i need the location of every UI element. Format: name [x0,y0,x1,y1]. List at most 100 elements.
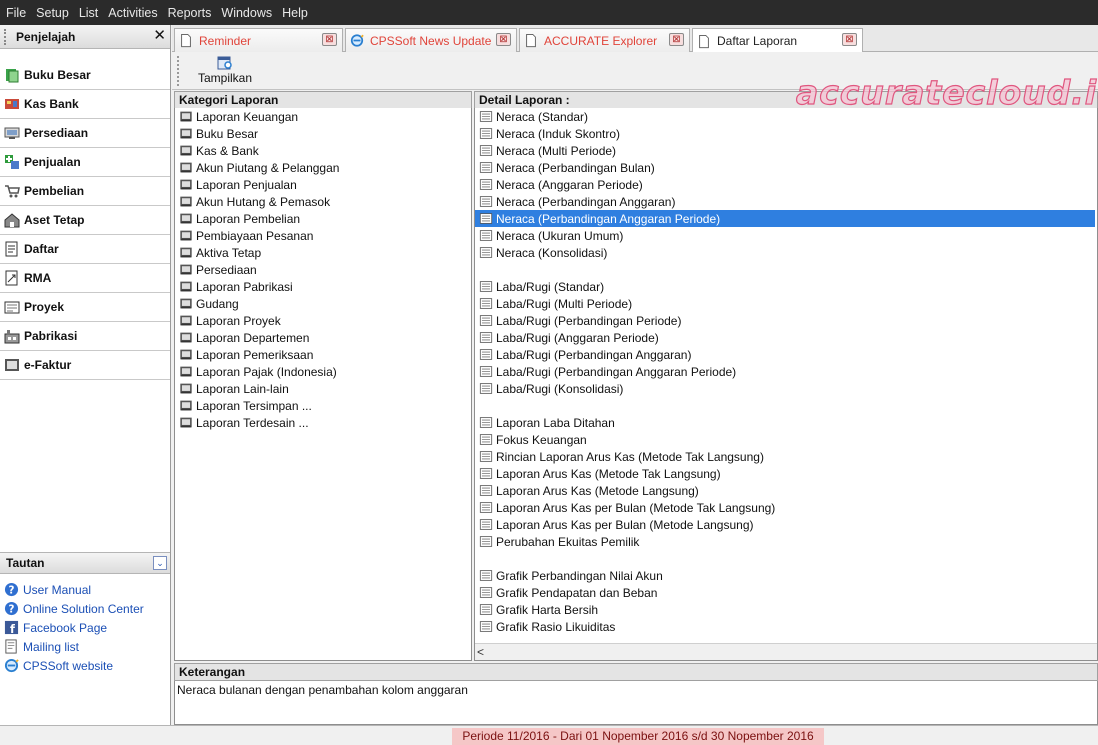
tab-label: Daftar Laporan [717,34,798,48]
nav-item-aset-tetap[interactable]: Aset Tetap [0,206,170,235]
kategori-row[interactable]: Pembiayaan Pesanan [175,227,471,244]
kategori-row[interactable]: Laporan Tersimpan ... [175,397,471,414]
link-online-solution-center[interactable]: ? Online Solution Center [0,599,144,618]
nav-item-kas-bank[interactable]: Kas Bank [0,90,170,119]
nav-item-daftar[interactable]: Daftar [0,235,170,264]
tab-cpssoft-news-update[interactable]: CPSSoft News Update ⊠ [345,28,517,52]
kategori-row[interactable]: Kas & Bank [175,142,471,159]
kategori-row[interactable]: Laporan Pemeriksaan [175,346,471,363]
toolbar-grip[interactable] [177,56,181,86]
report-folder-icon [180,247,192,258]
detail-row[interactable]: Laba/Rugi (Multi Periode) [475,295,1097,312]
kategori-row[interactable]: Gudang [175,295,471,312]
link-facebook-page[interactable]: f Facebook Page [0,618,144,637]
kategori-row[interactable]: Laporan Pajak (Indonesia) [175,363,471,380]
detail-row[interactable]: Laba/Rugi (Standar) [475,278,1097,295]
kategori-row[interactable]: Laporan Departemen [175,329,471,346]
detail-row[interactable]: Laporan Arus Kas (Metode Langsung) [475,482,1097,499]
kategori-label: Laporan Pajak (Indonesia) [196,364,337,379]
kategori-row[interactable]: Buku Besar [175,125,471,142]
kategori-row[interactable]: Laporan Proyek [175,312,471,329]
tab-accurate-explorer[interactable]: ACCURATE Explorer ⊠ [519,28,690,52]
detail-row[interactable]: Laporan Arus Kas (Metode Tak Langsung) [475,465,1097,482]
report-icon [479,417,493,428]
detail-row[interactable]: Grafik Harta Bersih [475,601,1097,618]
close-icon[interactable]: ⊠ [669,33,684,46]
detail-row[interactable]: Laba/Rugi (Perbandingan Periode) [475,312,1097,329]
link-cpssoft-website[interactable]: CPSSoft website [0,656,144,675]
detail-row[interactable]: Neraca (Ukuran Umum) [475,227,1097,244]
detail-row[interactable]: Grafik Pendapatan dan Beban [475,584,1097,601]
menu-list[interactable]: List [75,6,102,20]
nav-item-penjualan[interactable]: Penjualan [0,148,170,177]
menu-file[interactable]: File [2,6,30,20]
detail-row[interactable]: Neraca (Induk Skontro) [475,125,1097,142]
svg-text:f: f [10,623,15,635]
detail-row[interactable]: Laporan Arus Kas per Bulan (Metode Langs… [475,516,1097,533]
detail-row[interactable]: Grafik Rasio Likuiditas [475,618,1097,635]
tampilkan-button[interactable]: Tampilkan [198,56,252,86]
nav-item-pembelian[interactable]: Pembelian [0,177,170,206]
report-folder-icon [180,196,192,207]
detail-row[interactable]: Grafik Perbandingan Nilai Akun [475,567,1097,584]
kategori-row[interactable]: Laporan Pabrikasi [175,278,471,295]
detail-row[interactable]: Fokus Keuangan [475,431,1097,448]
kategori-row[interactable]: Laporan Lain-lain [175,380,471,397]
tab-reminder[interactable]: Reminder ⊠ [174,28,343,52]
nav-item-label: Kas Bank [24,97,79,111]
detail-row-selected[interactable]: Neraca (Perbandingan Anggaran Periode) [475,210,1095,227]
detail-row[interactable]: Perubahan Ekuitas Pemilik [475,533,1097,550]
detail-label: Neraca (Anggaran Periode) [496,177,643,192]
detail-label: Neraca (Induk Skontro) [496,126,621,141]
close-icon[interactable]: ✕ [153,28,166,44]
tab-daftar-laporan[interactable]: Daftar Laporan ⊠ [692,28,863,53]
menu-activities[interactable]: Activities [104,6,161,20]
nav-item-pabrikasi[interactable]: Pabrikasi [0,322,170,351]
horizontal-scrollbar[interactable]: < [475,643,1097,660]
kategori-row[interactable]: Laporan Terdesain ... [175,414,471,431]
detail-row[interactable]: Neraca (Perbandingan Bulan) [475,159,1097,176]
detail-row[interactable]: Laba/Rugi (Perbandingan Anggaran) [475,346,1097,363]
link-user-manual[interactable]: ? User Manual [0,580,144,599]
kategori-label: Laporan Pembelian [196,211,301,226]
navigator-list: Buku Besar Kas Bank Persediaan Penjualan Pem… [0,61,170,380]
close-icon[interactable]: ⊠ [496,33,511,46]
detail-row[interactable]: Laba/Rugi (Anggaran Periode) [475,329,1097,346]
nav-item-persediaan[interactable]: Persediaan [0,119,170,148]
detail-row[interactable]: Neraca (Anggaran Periode) [475,176,1097,193]
kategori-row[interactable]: Akun Piutang & Pelanggan [175,159,471,176]
kategori-row[interactable]: Aktiva Tetap [175,244,471,261]
detail-row[interactable]: Laba/Rugi (Perbandingan Anggaran Periode… [475,363,1097,380]
kategori-row[interactable]: Laporan Penjualan [175,176,471,193]
detail-row[interactable]: Neraca (Multi Periode) [475,142,1097,159]
report-icon [479,502,493,513]
nav-item-e-faktur[interactable]: e-Faktur [0,351,170,380]
detail-label: Neraca (Standar) [496,109,589,124]
menu-setup[interactable]: Setup [32,6,73,20]
detail-row[interactable]: Rincian Laporan Arus Kas (Metode Tak Lan… [475,448,1097,465]
kategori-row[interactable]: Akun Hutang & Pemasok [175,193,471,210]
menu-help[interactable]: Help [278,6,312,20]
kategori-row[interactable]: Laporan Pembelian [175,210,471,227]
link-mailing-list[interactable]: Mailing list [0,637,144,656]
detail-row[interactable]: Laporan Laba Ditahan [475,414,1097,431]
kategori-row[interactable]: Laporan Keuangan [175,108,471,125]
report-folder-icon [180,315,192,326]
detail-spacer [475,261,1097,278]
detail-row[interactable]: Laba/Rugi (Konsolidasi) [475,380,1097,397]
close-icon[interactable]: ⊠ [322,33,337,46]
nav-item-rma[interactable]: RMA [0,264,170,293]
detail-row[interactable]: Neraca (Perbandingan Anggaran) [475,193,1097,210]
detail-row[interactable]: Neraca (Konsolidasi) [475,244,1097,261]
panel-grip[interactable] [4,28,10,45]
nav-item-buku-besar[interactable]: Buku Besar [0,61,170,90]
chevron-down-icon[interactable]: ⌄ [153,556,167,570]
close-icon[interactable]: ⊠ [842,33,857,46]
scroll-left-icon[interactable]: < [477,645,489,659]
kategori-row[interactable]: Persediaan [175,261,471,278]
menu-windows[interactable]: Windows [217,6,276,20]
menu-reports[interactable]: Reports [164,6,216,20]
detail-row[interactable]: Laporan Arus Kas per Bulan (Metode Tak L… [475,499,1097,516]
nav-item-label: RMA [24,271,52,285]
nav-item-proyek[interactable]: Proyek [0,293,170,322]
